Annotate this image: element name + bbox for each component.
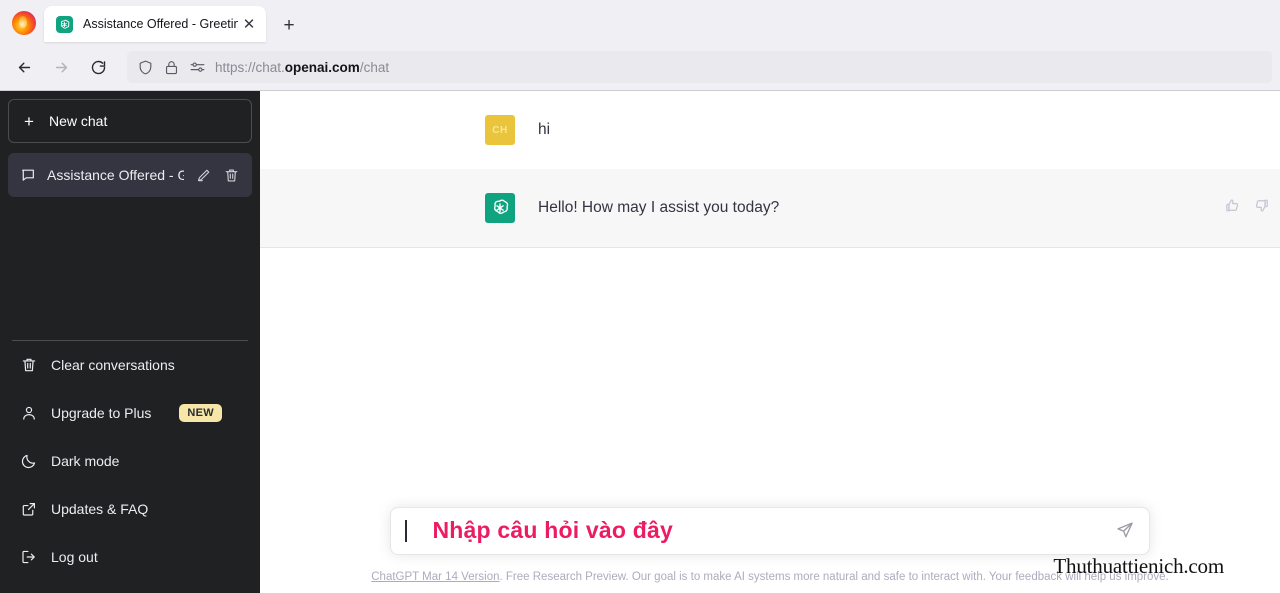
sidebar-item-label: Log out bbox=[51, 549, 98, 565]
new-chat-button[interactable]: + New chat bbox=[8, 99, 252, 143]
url-suffix: /chat bbox=[359, 59, 390, 75]
sidebar-item-log-out[interactable]: Log out bbox=[8, 533, 252, 581]
thumbs-down-icon[interactable] bbox=[1253, 197, 1270, 214]
trash-icon[interactable] bbox=[223, 167, 240, 184]
thumbs-up-icon[interactable] bbox=[1224, 197, 1241, 214]
url-prefix: https://chat. bbox=[215, 59, 285, 75]
reload-icon[interactable] bbox=[82, 51, 114, 83]
address-bar[interactable]: https://chat.openai.com/chat bbox=[127, 51, 1272, 83]
chatgpt-app: + New chat Assistance Offered - Gr Clear… bbox=[0, 91, 1280, 593]
lock-icon[interactable] bbox=[163, 59, 180, 76]
sidebar-item-label: Updates & FAQ bbox=[51, 501, 149, 517]
site-permissions-icon[interactable] bbox=[189, 59, 206, 76]
close-icon[interactable]: ✕ bbox=[238, 13, 260, 35]
sidebar-item-label: Dark mode bbox=[51, 453, 120, 469]
sidebar-item-label: Clear conversations bbox=[51, 357, 175, 373]
trash-icon bbox=[20, 356, 38, 374]
message-thread: CH hi Hello! How may I assist you today? bbox=[260, 91, 1280, 248]
moon-icon bbox=[20, 452, 38, 470]
message-inner: Hello! How may I assist you today? bbox=[260, 193, 1280, 223]
url-text: https://chat.openai.com/chat bbox=[215, 60, 389, 75]
pencil-icon[interactable] bbox=[195, 167, 212, 184]
browser-window: Assistance Offered - Greeting. ✕ + https… bbox=[0, 0, 1280, 593]
sidebar: + New chat Assistance Offered - Gr Clear… bbox=[0, 91, 260, 593]
message-feedback-controls bbox=[1224, 197, 1270, 214]
navigation-toolbar: https://chat.openai.com/chat bbox=[0, 44, 1280, 90]
sidebar-item-upgrade-to-plus[interactable]: Upgrade to Plus NEW bbox=[8, 389, 252, 437]
user-icon bbox=[20, 404, 38, 422]
openai-logo-icon bbox=[56, 15, 73, 33]
avatar bbox=[485, 193, 515, 223]
sidebar-menu: Clear conversations Upgrade to Plus NEW bbox=[8, 341, 252, 585]
external-link-icon bbox=[20, 500, 38, 518]
send-paper-plane-icon[interactable] bbox=[1115, 520, 1137, 542]
sidebar-conversation-item[interactable]: Assistance Offered - Gr bbox=[8, 153, 252, 197]
chat-input-container[interactable]: Nhập câu hỏi vào đây bbox=[390, 506, 1150, 555]
message-text: Hello! How may I assist you today? bbox=[538, 199, 780, 216]
back-arrow-icon[interactable] bbox=[8, 51, 40, 83]
browser-tab[interactable]: Assistance Offered - Greeting. ✕ bbox=[44, 6, 266, 42]
firefox-logo-icon bbox=[12, 11, 36, 35]
sidebar-item-label: Upgrade to Plus bbox=[51, 405, 152, 421]
avatar: CH bbox=[485, 115, 515, 145]
status-badge: NEW bbox=[179, 404, 222, 422]
message-row-assistant: Hello! How may I assist you today? bbox=[260, 169, 1280, 248]
text-caret bbox=[405, 519, 407, 542]
new-tab-button[interactable]: + bbox=[274, 10, 304, 40]
composer-area: Nhập câu hỏi vào đây ChatGPT Mar 14 Vers… bbox=[260, 506, 1280, 593]
chat-main: CH hi Hello! How may I assist you today?… bbox=[260, 91, 1280, 593]
conversation-title: Assistance Offered - Gr bbox=[47, 167, 184, 183]
url-domain: openai.com bbox=[284, 59, 360, 75]
new-chat-label: New chat bbox=[49, 113, 108, 129]
chat-input-placeholder[interactable]: Nhập câu hỏi vào đây bbox=[433, 519, 1116, 542]
tab-title: Assistance Offered - Greeting. bbox=[83, 17, 238, 31]
shield-icon[interactable] bbox=[137, 59, 154, 76]
message-text: hi bbox=[538, 121, 551, 138]
openai-logo-icon bbox=[489, 197, 511, 219]
version-link[interactable]: ChatGPT Mar 14 Version bbox=[371, 571, 499, 583]
message-row-user: CH hi bbox=[260, 91, 1280, 169]
sidebar-item-clear-conversations[interactable]: Clear conversations bbox=[8, 341, 252, 389]
tab-strip: Assistance Offered - Greeting. ✕ + bbox=[0, 0, 1280, 44]
watermark: Thuthuattienich.com bbox=[1053, 553, 1224, 578]
chat-bubble-icon bbox=[20, 167, 36, 183]
logout-icon bbox=[20, 548, 38, 566]
forward-arrow-icon[interactable] bbox=[45, 51, 77, 83]
footer-disclaimer: ChatGPT Mar 14 Version. Free Research Pr… bbox=[288, 554, 1252, 585]
sidebar-item-updates-faq[interactable]: Updates & FAQ bbox=[8, 485, 252, 533]
message-inner: CH hi bbox=[260, 115, 1280, 145]
sidebar-item-dark-mode[interactable]: Dark mode bbox=[8, 437, 252, 485]
plus-icon: + bbox=[24, 111, 34, 131]
